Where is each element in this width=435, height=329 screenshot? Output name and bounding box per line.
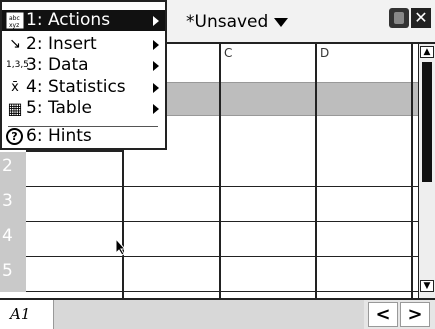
battery-icon — [389, 8, 409, 28]
column-header-c[interactable]: C — [219, 44, 317, 70]
menu-item-statistics[interactable]: x̄ 4: Statistics — [2, 77, 165, 98]
row-divider — [0, 256, 418, 257]
hints-icon: ? — [6, 128, 23, 145]
row-number[interactable]: 4 — [0, 222, 26, 257]
previous-button[interactable]: < — [368, 302, 398, 327]
table-icon: ▦ — [7, 99, 23, 118]
vertical-scrollbar[interactable]: ▲ ▼ — [418, 44, 435, 298]
menu-item-label: 4: Statistics — [26, 77, 126, 97]
column-divider — [315, 44, 317, 298]
chevron-right-icon — [153, 16, 159, 26]
close-icon[interactable]: ✕ — [411, 8, 431, 28]
entry-line[interactable] — [54, 300, 364, 329]
row-number[interactable]: 2 — [0, 152, 26, 187]
document-title[interactable]: *Unsaved — [186, 12, 289, 32]
mouse-pointer-icon — [115, 238, 127, 256]
status-bar: A1 < > — [0, 298, 435, 329]
row-number[interactable]: 5 — [0, 257, 26, 292]
next-button[interactable]: > — [400, 302, 430, 327]
column-divider — [411, 44, 413, 298]
row-divider — [0, 291, 418, 292]
chevron-down-icon — [274, 17, 289, 27]
menu-item-hints[interactable]: ? 6: Hints — [2, 126, 165, 147]
menu-item-insert[interactable]: ↘ 2: Insert — [2, 34, 165, 55]
selected-cell-border — [26, 150, 124, 152]
chevron-right-icon — [153, 61, 159, 71]
data-icon: 1,3,5 — [6, 60, 29, 70]
menu-item-label: 1: Actions — [26, 10, 111, 30]
menu-item-label: 3: Data — [26, 55, 89, 75]
row-number[interactable]: 3 — [0, 187, 26, 222]
menu-item-table[interactable]: ▦ 5: Table — [2, 98, 165, 119]
insert-icon: ↘ — [9, 36, 21, 52]
scroll-up-icon[interactable]: ▲ — [420, 46, 434, 58]
chevron-right-icon — [153, 104, 159, 114]
document-title-text: *Unsaved — [186, 12, 269, 32]
menu-item-label: 5: Table — [26, 98, 92, 118]
menu-item-label: 2: Insert — [26, 34, 97, 54]
svg-text:xyz: xyz — [9, 22, 19, 29]
statistics-icon: x̄ — [11, 80, 19, 95]
actions-icon: abc xyz — [6, 12, 24, 29]
svg-text:abc: abc — [9, 15, 20, 22]
main-menu: abc xyz 1: Actions ↘ 2: Insert 1,3,5 3: D… — [0, 0, 167, 150]
menu-item-actions[interactable]: abc xyz 1: Actions — [2, 10, 165, 31]
chevron-right-icon — [153, 40, 159, 50]
scroll-down-icon[interactable]: ▼ — [420, 280, 434, 292]
column-header-d[interactable]: D — [315, 44, 411, 70]
menu-item-label: 6: Hints — [26, 126, 92, 146]
menu-item-data[interactable]: 1,3,5 3: Data — [2, 55, 165, 76]
scroll-thumb[interactable] — [422, 62, 432, 182]
row-divider — [0, 186, 418, 187]
row-divider — [0, 221, 418, 222]
top-right-icons: ✕ — [389, 8, 431, 28]
chevron-right-icon — [153, 83, 159, 93]
cell-reference[interactable]: A1 — [0, 300, 54, 329]
column-divider — [219, 44, 221, 298]
